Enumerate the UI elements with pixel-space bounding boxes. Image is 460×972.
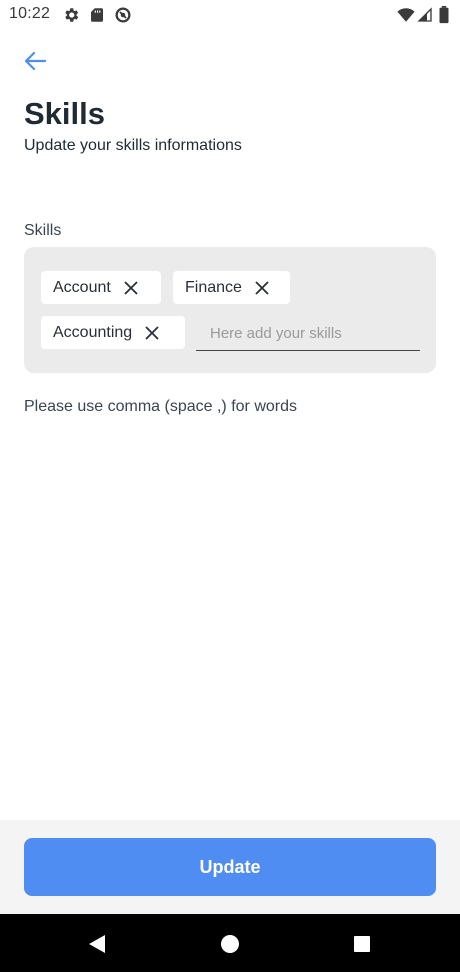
update-button[interactable]: Update <box>24 838 436 896</box>
skill-chip-label: Account <box>53 278 111 296</box>
helper-text: Please use comma (space ,) for words <box>24 398 297 415</box>
back-button[interactable] <box>18 44 52 78</box>
battery-icon <box>438 6 450 24</box>
sd-card-icon <box>88 6 106 24</box>
navigation-bar <box>0 914 460 972</box>
gear-icon <box>62 6 80 24</box>
wifi-icon <box>397 6 415 24</box>
page-title: Skills <box>24 96 105 131</box>
skills-screen: 10:22 Skills Update your skills informat… <box>0 0 460 972</box>
status-bar: 10:22 <box>0 0 460 30</box>
back-triangle-icon[interactable] <box>84 931 110 957</box>
recents-square-icon[interactable] <box>349 931 375 957</box>
skill-chip[interactable]: Account <box>41 271 161 304</box>
skill-chip-label: Accounting <box>53 323 133 341</box>
status-time: 10:22 <box>9 5 51 22</box>
close-icon[interactable] <box>254 280 270 296</box>
skill-chip[interactable]: Accounting <box>41 316 185 349</box>
skill-chip[interactable]: Finance <box>173 271 290 304</box>
skills-input[interactable] <box>196 317 420 351</box>
close-icon[interactable] <box>144 325 160 341</box>
page-subtitle: Update your skills informations <box>24 137 242 154</box>
skill-chip-label: Finance <box>185 278 242 296</box>
home-circle-icon[interactable] <box>217 931 243 957</box>
close-icon[interactable] <box>123 280 139 296</box>
skills-field-label: Skills <box>24 222 62 239</box>
signal-icon <box>417 6 435 24</box>
skills-input-box <box>24 247 436 373</box>
arrow-left-icon <box>24 51 46 71</box>
vpn-icon <box>114 6 132 24</box>
